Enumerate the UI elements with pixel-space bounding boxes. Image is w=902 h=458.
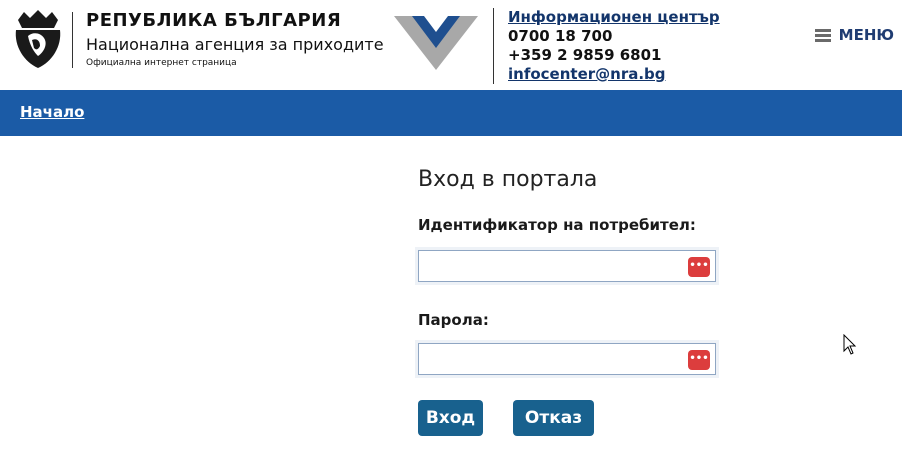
- nra-logo-icon: [394, 16, 478, 70]
- password-input[interactable]: [419, 344, 691, 374]
- agency-name: Национална агенция за приходите: [86, 35, 384, 54]
- email-link[interactable]: infocenter@nra.bg: [508, 65, 666, 83]
- country-title: РЕПУБЛИКА БЪЛГАРИЯ: [86, 10, 342, 31]
- navigation-bar: Начало: [0, 90, 902, 136]
- official-site-caption: Официална интернет страница: [86, 58, 237, 68]
- username-input[interactable]: [419, 251, 691, 281]
- home-link[interactable]: Начало: [20, 103, 84, 121]
- page-title: Вход в портала: [418, 167, 598, 192]
- password-label: Парола:: [418, 311, 489, 329]
- username-label: Идентификатор на потребител:: [418, 216, 696, 234]
- info-center-link[interactable]: Информационен център: [508, 8, 720, 26]
- info-center: Информационен център 0700 18 700 +359 2 …: [508, 8, 720, 84]
- menu-button[interactable]: МЕНЮ: [814, 26, 894, 44]
- header-divider: [72, 12, 73, 68]
- mouse-cursor-icon: [843, 334, 857, 355]
- header-divider-2: [493, 8, 494, 84]
- phone-2: +359 2 9859 6801: [508, 46, 662, 64]
- site-header: РЕПУБЛИКА БЪЛГАРИЯ Национална агенция за…: [0, 0, 902, 90]
- hamburger-icon: [814, 28, 831, 42]
- cancel-button[interactable]: Отказ: [513, 400, 594, 436]
- coat-of-arms-icon: [15, 10, 61, 68]
- password-manager-icon[interactable]: •••: [688, 350, 710, 370]
- menu-label: МЕНЮ: [838, 26, 894, 44]
- login-button[interactable]: Вход: [418, 400, 483, 436]
- password-manager-icon[interactable]: •••: [688, 257, 710, 277]
- password-field-wrapper: •••: [415, 340, 719, 378]
- username-field-wrapper: •••: [415, 247, 719, 285]
- phone-1: 0700 18 700: [508, 27, 613, 45]
